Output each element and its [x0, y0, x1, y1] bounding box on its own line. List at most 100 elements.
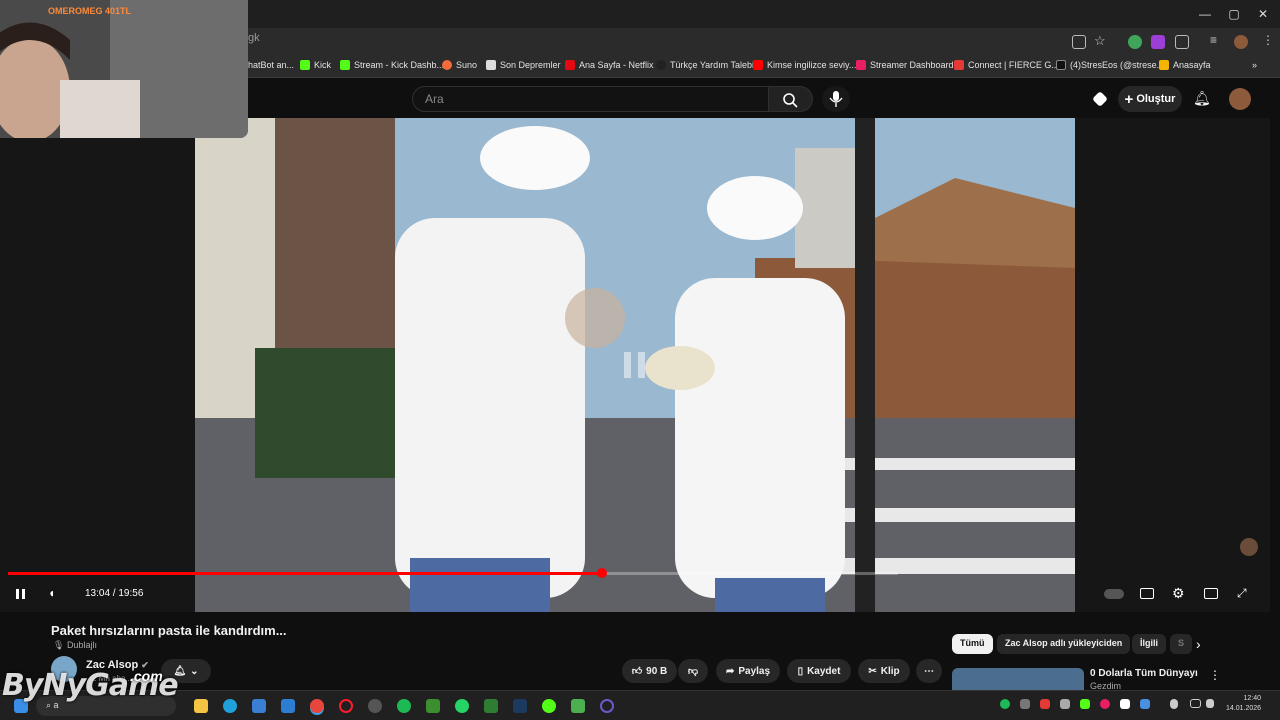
folder-icon [1159, 60, 1169, 70]
video-player[interactable] [0, 118, 1270, 612]
bookmark-item[interactable]: Anasayfa [1159, 60, 1211, 70]
bookmark-item[interactable]: Kick [300, 60, 331, 70]
progress-scrubber[interactable] [597, 568, 607, 578]
recommendation-menu-icon[interactable]: ⋮ [1209, 668, 1221, 682]
chip-related[interactable]: İlgili [1132, 634, 1166, 654]
bookmark-item[interactable]: Türkçe Yardım Talebi [656, 60, 754, 70]
save-button[interactable]: ▯ Kaydet [787, 659, 851, 683]
chevron-right-icon[interactable]: › [1196, 636, 1201, 652]
chip-from-uploader[interactable]: Zac Alsop adlı yükleyiciden [997, 634, 1131, 654]
dashboard-icon [856, 60, 866, 70]
chip-all[interactable]: Tümü [952, 634, 993, 654]
donation-alert: OMEROMEG 401TL [48, 6, 132, 16]
plus-icon: + [1124, 90, 1134, 108]
miniplayer-icon[interactable] [1204, 588, 1218, 599]
extensions-icon[interactable] [1175, 35, 1189, 49]
tray-icon[interactable] [1020, 699, 1030, 709]
fullscreen-icon[interactable]: ⤢ [1237, 586, 1247, 601]
steam-icon[interactable] [513, 699, 527, 713]
bookmark-item[interactable]: Connect | FIERCE G... [954, 60, 1059, 70]
video-title: Paket hırsızlarını pasta ile kandırdım..… [51, 623, 287, 638]
install-icon[interactable] [1072, 35, 1086, 49]
webcam-scene [0, 0, 248, 138]
chip-more[interactable]: S [1170, 634, 1193, 654]
tray-icon[interactable] [1000, 699, 1010, 709]
mic-button[interactable] [822, 86, 850, 112]
scissors-icon: ✂ [868, 665, 877, 677]
chrome-icon[interactable] [310, 699, 324, 713]
bookmark-item[interactable]: Stream - Kick Dashb... [340, 60, 444, 70]
tray-icon[interactable] [1060, 699, 1070, 709]
watermark-suffix: .com [130, 668, 163, 684]
mic-tray-icon[interactable] [1170, 699, 1178, 709]
address-bar[interactable]: gk [248, 32, 260, 44]
premium-icon[interactable] [1092, 91, 1108, 107]
more-bookmarks-icon[interactable]: » [1252, 60, 1257, 70]
clip-button[interactable]: ✂ Klip [858, 659, 910, 683]
app-icon[interactable] [600, 699, 614, 713]
menu-icon[interactable]: ⋮ [1262, 33, 1274, 47]
volume-icon[interactable]: ◖ [48, 586, 55, 600]
obs-icon[interactable] [368, 699, 382, 713]
sticker-icon [1240, 538, 1258, 556]
bookmark-item[interactable]: (4)StresEos (@strese... [1056, 60, 1164, 70]
notification-bell-icon[interactable]: 🔔︎ [1193, 90, 1211, 107]
maximize-icon[interactable]: ▢ [1219, 4, 1249, 24]
extension-purple-icon[interactable] [1151, 35, 1165, 49]
tray-icon[interactable] [1140, 699, 1150, 709]
bookmark-item[interactable]: Streamer Dashboard [856, 60, 954, 70]
tray-icon[interactable] [1100, 699, 1110, 709]
more-icon: ⋯ [924, 665, 934, 677]
edge-icon[interactable] [223, 699, 237, 713]
mail-icon[interactable] [281, 699, 295, 713]
file-explorer-icon[interactable] [194, 699, 208, 713]
tray-icon[interactable] [1040, 699, 1050, 709]
store-icon[interactable] [252, 699, 266, 713]
bookmark-item[interactable]: Kimse ingilizce seviy... [753, 60, 856, 70]
dislike-button[interactable]: 👎︎ [678, 659, 708, 683]
mic-icon [829, 91, 843, 107]
bookmark-icon: ▯ [797, 665, 804, 677]
bookmark-item[interactable]: Son Depremler [486, 60, 561, 70]
star-icon[interactable]: ☆ [1094, 33, 1106, 49]
spotify-icon[interactable] [397, 699, 411, 713]
close-icon[interactable]: ✕ [1248, 4, 1278, 24]
account-avatar[interactable] [1229, 88, 1251, 110]
whatsapp-icon[interactable] [455, 699, 469, 713]
search-button[interactable] [769, 86, 813, 112]
opera-icon[interactable] [339, 699, 353, 713]
network-icon[interactable] [1190, 699, 1201, 708]
tray-icon[interactable] [1120, 699, 1130, 709]
bookmark-item[interactable]: Ana Sayfa - Netflix [565, 60, 654, 70]
minecraft-icon[interactable] [571, 699, 585, 713]
reading-list-icon[interactable]: ≡ [1210, 33, 1217, 47]
pause-icon[interactable] [14, 587, 28, 601]
settings-gear-icon[interactable]: ⚙ [1172, 585, 1185, 602]
minimize-icon[interactable]: — [1190, 4, 1220, 24]
progress-played [8, 572, 602, 575]
subtitles-icon[interactable] [1140, 588, 1154, 599]
bookmark-item[interactable]: hatBot an... [248, 60, 294, 70]
extension-green-icon[interactable] [1128, 35, 1142, 49]
profile-avatar[interactable] [1234, 35, 1248, 49]
recommendation-thumbnail[interactable] [952, 668, 1084, 690]
clock[interactable]: 12:40 14.01.2026 [1226, 694, 1261, 714]
like-button[interactable]: 👍︎ 90 B [622, 659, 677, 683]
share-button[interactable]: ➦ Paylaş [716, 659, 780, 683]
create-button[interactable]: + Oluştur [1118, 86, 1182, 112]
search-icon [783, 93, 798, 108]
terminal-icon[interactable] [484, 699, 498, 713]
volume-tray-icon[interactable] [1206, 699, 1214, 708]
autoplay-toggle[interactable] [1104, 589, 1124, 599]
kick-icon [340, 60, 350, 70]
kick-icon [300, 60, 310, 70]
bookmark-item[interactable]: Suno [442, 60, 477, 70]
tray-icon[interactable] [1080, 699, 1090, 709]
taskbar: ⌕ a [0, 690, 1280, 720]
recommendation-title[interactable]: 0 Dolarla Tüm Dünyayı [1090, 668, 1198, 679]
app-icon[interactable] [542, 699, 556, 713]
nvidia-icon[interactable] [426, 699, 440, 713]
search-input[interactable]: Ara [412, 86, 769, 112]
more-actions-button[interactable]: ⋯ [916, 659, 942, 683]
fierce-icon [954, 60, 964, 70]
